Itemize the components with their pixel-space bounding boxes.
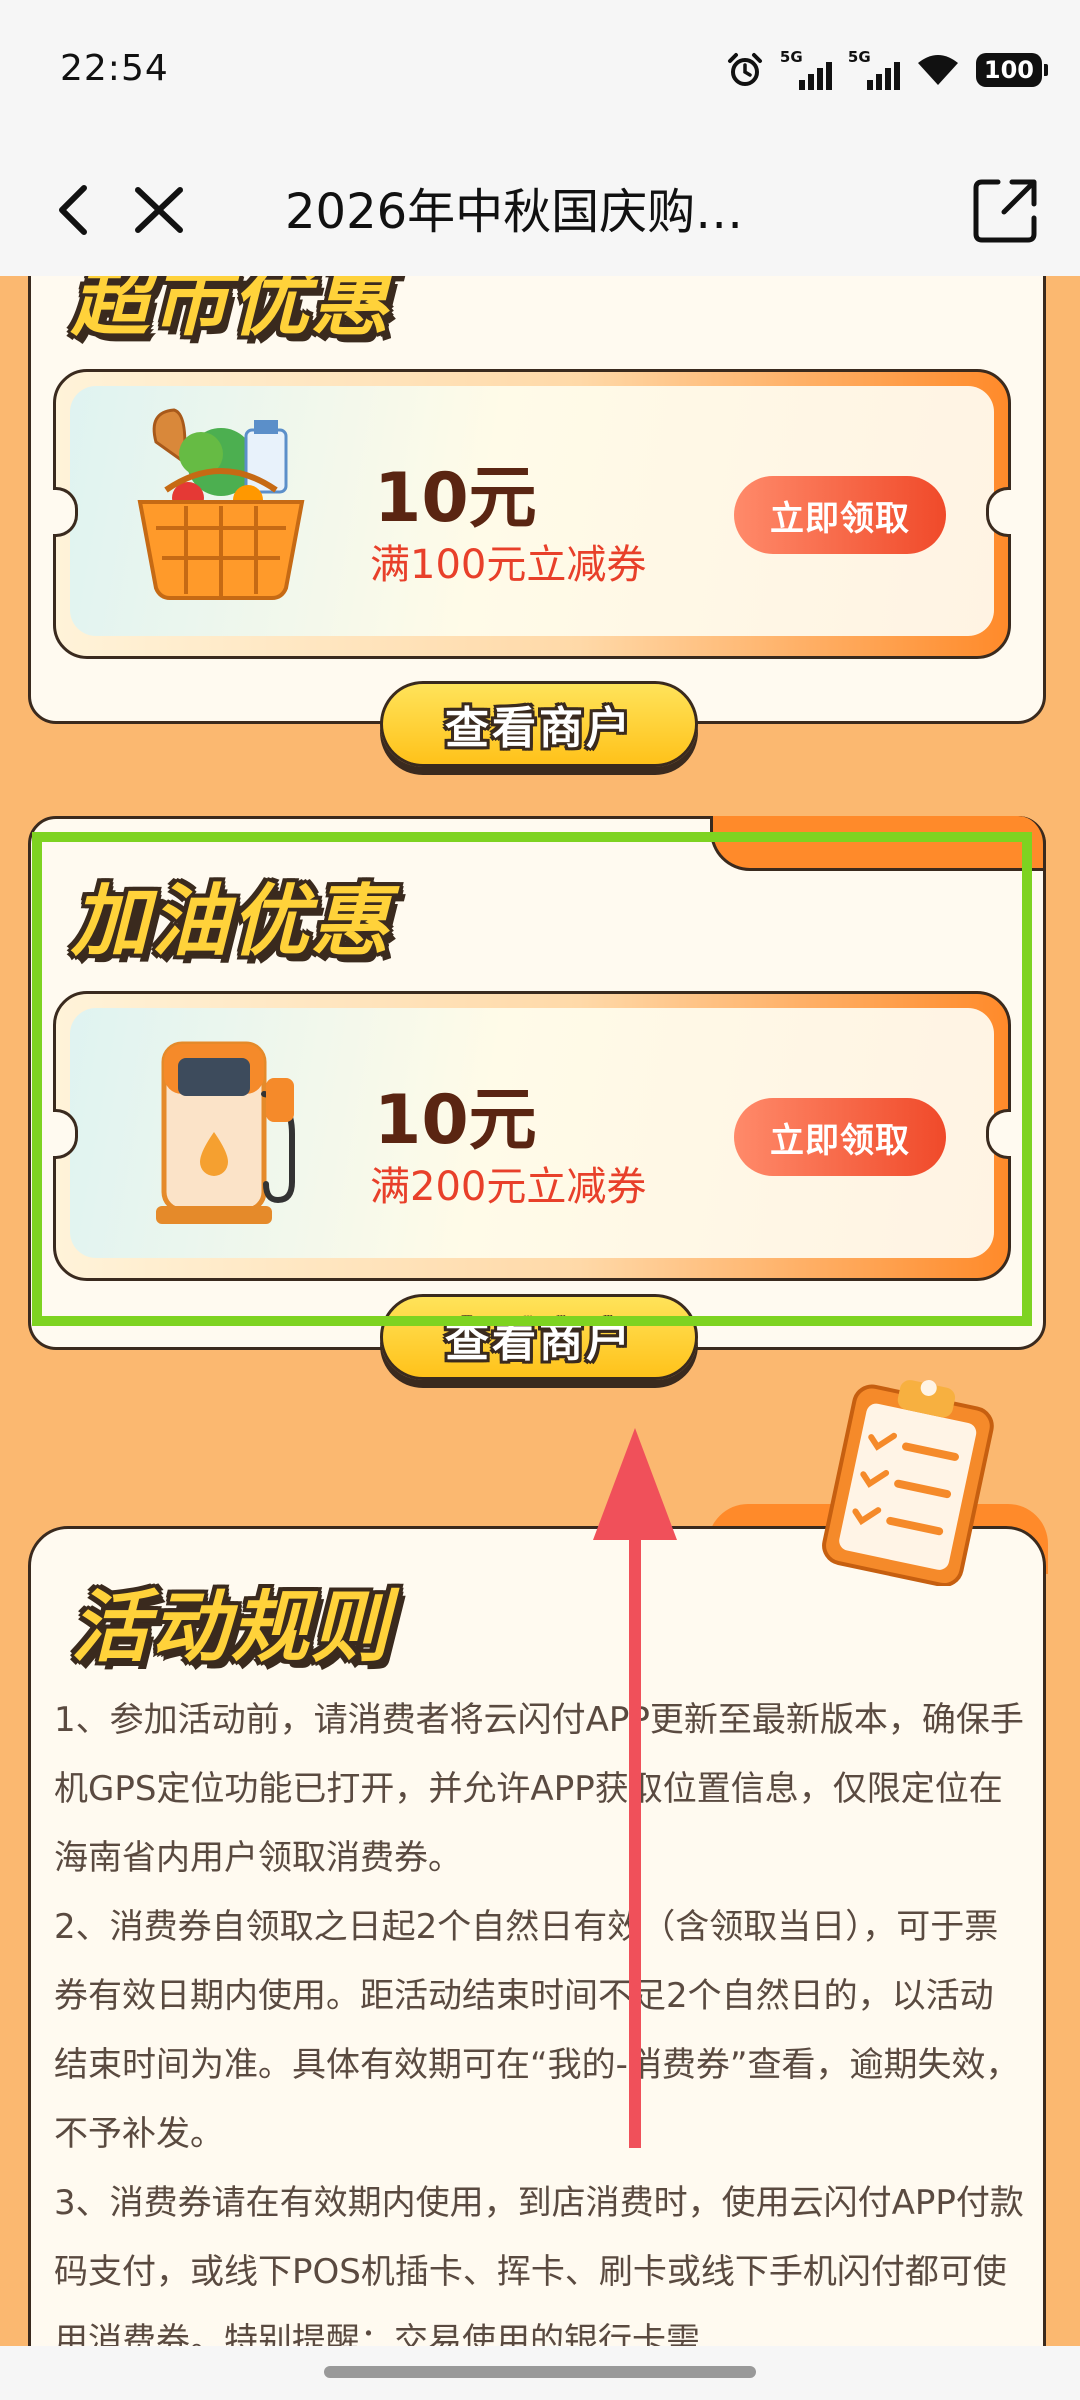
fuel-merchant-button[interactable]: 查看商户	[380, 1294, 698, 1380]
fuel-coupon-desc: 满200元立减券	[370, 1164, 647, 1210]
chevron-left-icon[interactable]	[44, 170, 104, 250]
rules-paragraph-2: 2、消费券自领取之日起2个自然日有效（含领取当日），可于票券有效日期内使用。距活…	[54, 1907, 1020, 2154]
status-bar: 22:54 5G 5G 100	[0, 0, 1080, 150]
rules-paragraph-3: 3、消费券请在有效期内使用，到店消费时，使用云闪付APP付款码支付，或线下POS…	[54, 2183, 1024, 2346]
rules-text: 1、参加活动前，请消费者将云闪付APP更新至最新版本，确保手机GPS定位功能已打…	[54, 1686, 1024, 2346]
fuel-section: 加油优惠 10元 满200元立减券 立即领取	[28, 816, 1046, 1350]
supermarket-claim-button[interactable]: 立即领取	[734, 476, 946, 554]
supermarket-section: 超市优惠 10元 满100元立减券 立即领取	[28, 276, 1046, 724]
fuel-coupon-amount: 10元	[374, 1081, 537, 1160]
signal-5g-icon: 5G	[848, 48, 900, 90]
supermarket-title: 超市优惠	[71, 276, 392, 347]
close-icon[interactable]	[124, 170, 194, 250]
fuel-coupon: 10元 满200元立减券 立即领取	[53, 991, 1011, 1281]
status-icons: 5G 5G 100	[726, 48, 1049, 90]
fuel-title: 加油优惠	[71, 877, 392, 967]
fuel-claim-button[interactable]: 立即领取	[734, 1098, 946, 1176]
supermarket-coupon-desc: 满100元立减券	[370, 542, 647, 588]
supermarket-coupon-amount: 10元	[374, 459, 537, 538]
supermarket-coupon: 10元 满100元立减券 立即领取	[53, 369, 1011, 659]
home-indicator[interactable]	[324, 2366, 756, 2378]
fuel-pump-icon	[156, 1041, 295, 1224]
status-time: 22:54	[60, 48, 169, 89]
rules-title: 活动规则	[71, 1583, 392, 1673]
rules-paragraph-1: 1、参加活动前，请消费者将云闪付APP更新至最新版本，确保手机GPS定位功能已打…	[54, 1700, 1024, 1878]
wifi-icon	[917, 55, 958, 85]
page-title: 2026年中秋国庆购…	[285, 184, 744, 240]
share-icon[interactable]	[968, 172, 1044, 248]
signal-5g-icon: 5G	[780, 48, 832, 90]
clipboard-checklist-icon	[822, 1379, 994, 1586]
home-indicator-bar	[0, 2346, 1080, 2400]
nav-bar: 2026年中秋国庆购…	[0, 150, 1080, 276]
grocery-basket-icon	[137, 408, 305, 600]
supermarket-merchant-button[interactable]: 查看商户	[380, 681, 698, 767]
alarm-icon	[727, 53, 762, 86]
battery-indicator: 100	[975, 53, 1049, 87]
page-content[interactable]: 超市优惠 10元 满100元立减券 立即领取 查看商户 加油优惠 10元 满20…	[0, 276, 1080, 2346]
